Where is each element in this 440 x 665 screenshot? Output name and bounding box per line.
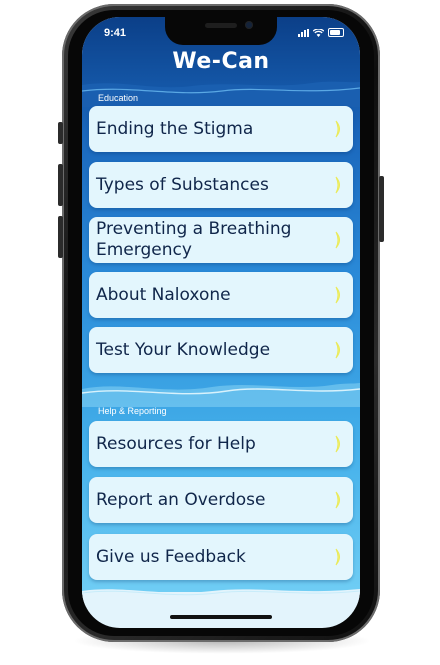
cellular-signal-icon [298,29,309,37]
chevron-right-icon [335,435,340,453]
menu-item-preventing-breathing-emergency[interactable]: Preventing a Breathing Emergency [89,217,353,263]
menu-item-label: Resources for Help [96,433,256,454]
menu-item-about-naloxone[interactable]: About Naloxone [89,272,353,318]
chevron-right-icon [335,120,340,138]
front-camera [245,21,253,29]
chevron-right-icon [335,176,340,194]
volume-up-button [58,164,63,206]
menu-item-resources-for-help[interactable]: Resources for Help [89,421,353,467]
status-time: 9:41 [104,27,127,39]
chevron-right-icon [335,491,340,509]
volume-down-button [58,216,63,258]
chevron-right-icon [335,286,340,304]
menu-item-label: Ending the Stigma [96,118,254,139]
menu-item-label: Types of Substances [96,174,269,195]
power-button [379,176,384,242]
bottom-wave [82,589,360,607]
menu-item-label: Give us Feedback [96,546,246,567]
chevron-right-icon [335,231,340,249]
battery-icon [328,28,344,37]
menu-item-test-your-knowledge[interactable]: Test Your Knowledge [89,327,353,373]
home-indicator[interactable] [170,615,272,619]
notch [165,17,277,45]
phone-frame: 9:41 We-Can Education Ending the Stigma … [58,4,384,642]
phone-screen: 9:41 We-Can Education Ending the Stigma … [82,17,360,628]
mute-switch [58,122,63,144]
status-icons [298,28,344,37]
chevron-right-icon [335,341,340,359]
section-wave [82,383,360,407]
menu-item-label: Test Your Knowledge [96,339,271,360]
chevron-right-icon [335,548,340,566]
menu-item-label: Preventing a Breathing Emergency [96,219,292,260]
menu-item-types-of-substances[interactable]: Types of Substances [89,162,353,208]
menu-item-label: About Naloxone [96,284,231,305]
section-label-education: Education [98,93,139,103]
menu-item-give-us-feedback[interactable]: Give us Feedback [89,534,353,580]
speaker-grille [205,23,237,28]
section-label-help-reporting: Help & Reporting [98,406,167,416]
app-title: We-Can [172,49,270,74]
menu-item-report-an-overdose[interactable]: Report an Overdose [89,477,353,523]
wifi-icon [313,29,324,37]
menu-item-label: Report an Overdose [96,489,266,510]
menu-item-ending-the-stigma[interactable]: Ending the Stigma [89,106,353,152]
